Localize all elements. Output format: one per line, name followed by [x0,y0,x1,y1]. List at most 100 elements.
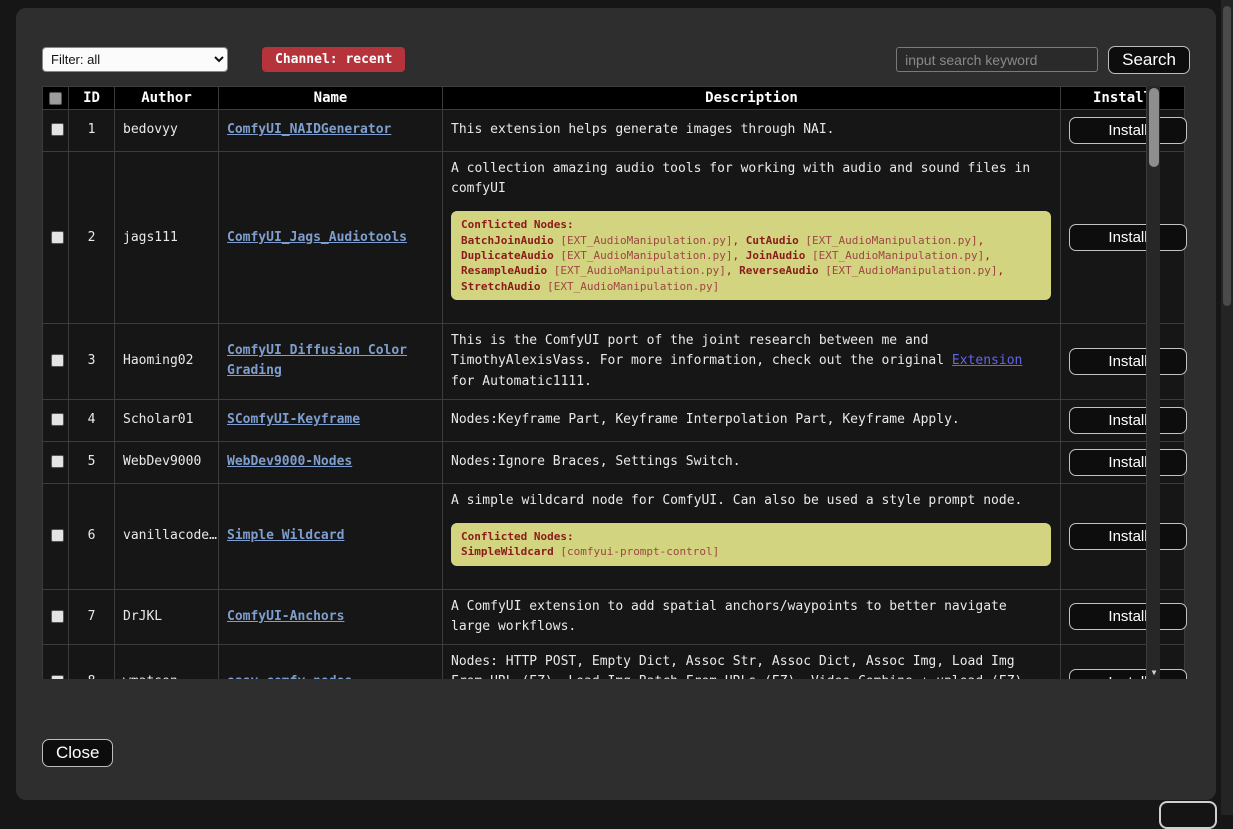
node-name-link[interactable]: ComfyUI-Anchors [227,609,344,624]
header-install: Install [1061,87,1185,110]
row-name-cell: WebDev9000-Nodes [219,441,443,483]
conflicted-nodes-label: Conflicted Nodes: [461,529,1041,544]
row-author: DrJKL [115,589,219,644]
table-scrollbar-thumb[interactable] [1149,88,1159,167]
install-button[interactable]: Install [1069,523,1187,550]
header-author: Author [115,87,219,110]
conflicted-nodes-label: Conflicted Nodes: [461,217,1041,232]
toolbar: Filter: all Channel: recent Search [42,46,1190,73]
select-all-header-cell [43,87,69,110]
row-install-cell: Install [1061,110,1185,152]
install-button[interactable]: Install [1069,407,1187,434]
conflicted-nodes-box: Conflicted Nodes: SimpleWildcard [comfyu… [451,523,1051,566]
row-checkbox[interactable] [51,455,64,468]
node-name-link[interactable]: ComfyUI_Jags_Audiotools [227,230,407,245]
table-row: 6 vanillacode… Simple Wildcard A simple … [43,483,1185,589]
row-install-cell: Install [1061,644,1185,679]
row-checkbox[interactable] [51,529,64,542]
row-checkbox[interactable] [51,231,64,244]
row-name-cell: ComfyUI Diffusion Color Grading [219,324,443,399]
search-input[interactable] [896,47,1098,72]
install-button[interactable]: Install [1069,224,1187,251]
row-install-cell: Install [1061,589,1185,644]
row-description-cell: A collection amazing audio tools for wor… [443,152,1061,324]
conflicted-nodes-list: BatchJoinAudio [EXT_AudioManipulation.py… [461,233,1041,295]
table-header: ID Author Name Description Install [43,87,1185,110]
row-install-cell: Install [1061,324,1185,399]
row-checkbox[interactable] [51,675,64,679]
table-row: 8 wmatson easy-comfy-nodes Nodes: HTTP P… [43,644,1185,679]
page-scrollbar-track[interactable] [1221,0,1233,815]
header-id: ID [69,87,115,110]
row-checkbox-cell [43,644,69,679]
close-button[interactable]: Close [42,739,113,767]
row-description-cell: Nodes:Keyframe Part, Keyframe Interpolat… [443,399,1061,441]
row-id: 2 [69,152,115,324]
row-description-text: A ComfyUI extension to add spatial ancho… [451,597,1052,637]
node-name-link[interactable]: ComfyUI_NAIDGenerator [227,122,391,137]
background-partial-button[interactable] [1159,801,1217,829]
install-button[interactable]: Install [1069,348,1187,375]
row-name-cell: ComfyUI-Anchors [219,589,443,644]
node-name-link[interactable]: Simple Wildcard [227,528,344,543]
node-name-link[interactable]: easy-comfy-nodes [227,674,352,679]
scroll-down-arrow-icon[interactable]: ▼ [1147,668,1161,677]
channel-badge: Channel: recent [262,47,405,72]
row-id: 7 [69,589,115,644]
row-author: Scholar01 [115,399,219,441]
row-description-text: Nodes: HTTP POST, Empty Dict, Assoc Str,… [451,652,1052,679]
row-author: vanillacode… [115,483,219,589]
filter-select[interactable]: Filter: all [42,47,228,72]
search-area: Search [896,46,1190,74]
row-id: 3 [69,324,115,399]
node-name-link[interactable]: SComfyUI-Keyframe [227,412,360,427]
page-scrollbar-thumb[interactable] [1223,6,1231,306]
row-name-cell: SComfyUI-Keyframe [219,399,443,441]
row-checkbox[interactable] [51,354,64,367]
row-install-cell: Install [1061,441,1185,483]
row-author: bedovyy [115,110,219,152]
select-all-checkbox[interactable] [49,92,62,105]
row-checkbox-cell [43,441,69,483]
row-checkbox[interactable] [51,610,64,623]
row-checkbox-cell [43,483,69,589]
table-row: 2 jags111 ComfyUI_Jags_Audiotools A coll… [43,152,1185,324]
row-description-text: Nodes:Ignore Braces, Settings Switch. [451,452,1052,472]
row-id: 5 [69,441,115,483]
node-name-link[interactable]: WebDev9000-Nodes [227,454,352,469]
search-button[interactable]: Search [1108,46,1190,74]
row-description-cell: This is the ComfyUI port of the joint re… [443,324,1061,399]
install-button[interactable]: Install [1069,117,1187,144]
row-checkbox[interactable] [51,413,64,426]
row-author: wmatson [115,644,219,679]
row-author: Haoming02 [115,324,219,399]
node-name-link[interactable]: ComfyUI Diffusion Color Grading [227,343,407,378]
description-inline-link[interactable]: Extension [952,353,1022,368]
row-id: 6 [69,483,115,589]
row-install-cell: Install [1061,152,1185,324]
install-button[interactable]: Install [1069,603,1187,630]
row-description-text: A collection amazing audio tools for wor… [451,159,1052,199]
row-checkbox-cell [43,399,69,441]
row-id: 8 [69,644,115,679]
row-description-cell: Nodes:Ignore Braces, Settings Switch. [443,441,1061,483]
row-description-text: A simple wildcard node for ComfyUI. Can … [451,491,1052,511]
table-row: 4 Scholar01 SComfyUI-Keyframe Nodes:Keyf… [43,399,1185,441]
conflicted-nodes-list: SimpleWildcard [comfyui-prompt-control] [461,544,1041,559]
row-checkbox[interactable] [51,123,64,136]
row-description-cell: Nodes: HTTP POST, Empty Dict, Assoc Str,… [443,644,1061,679]
row-name-cell: ComfyUI_NAIDGenerator [219,110,443,152]
row-install-cell: Install [1061,483,1185,589]
row-install-cell: Install [1061,399,1185,441]
conflicted-nodes-box: Conflicted Nodes: BatchJoinAudio [EXT_Au… [451,211,1051,300]
header-description: Description [443,87,1061,110]
install-button[interactable]: Install [1069,669,1187,679]
table-row: 3 Haoming02 ComfyUI Diffusion Color Grad… [43,324,1185,399]
table-scrollbar-track[interactable]: ▼ [1146,86,1160,679]
install-button[interactable]: Install [1069,449,1187,476]
row-description-cell: A ComfyUI extension to add spatial ancho… [443,589,1061,644]
table-row: 5 WebDev9000 WebDev9000-Nodes Nodes:Igno… [43,441,1185,483]
table-row: 7 DrJKL ComfyUI-Anchors A ComfyUI extens… [43,589,1185,644]
row-checkbox-cell [43,589,69,644]
row-description-text: Nodes:Keyframe Part, Keyframe Interpolat… [451,410,1052,430]
